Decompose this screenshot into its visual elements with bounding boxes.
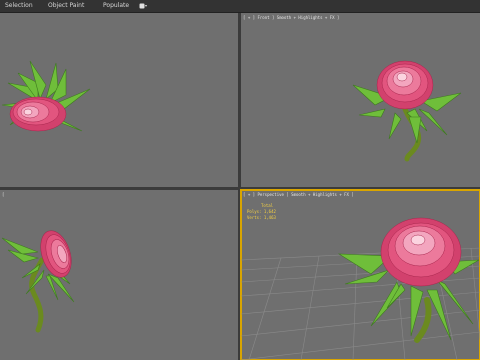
tab-object-paint[interactable]: Object Paint [48, 0, 84, 12]
stats-overlay: Total Polys: 1,642 Verts: 1,463 [247, 203, 276, 221]
viewport-top-right[interactable]: [ + ] Front ] Smooth + Highlights + FX ] [241, 13, 480, 187]
viewport-bottom-right[interactable]: [ + ] Perspective ] Smooth + Highlights … [240, 189, 480, 360]
viewport-bottom-left[interactable]: [ [0, 190, 238, 360]
ribbon-toolbar: Selection Object Paint Populate [0, 0, 480, 13]
tab-populate[interactable]: Populate [103, 0, 129, 12]
tab-selection[interactable]: Selection [5, 0, 33, 12]
perspective-grid [241, 217, 480, 360]
flower-model-front [352, 60, 462, 162]
viewport-label[interactable]: [ + ] Perspective ] Smooth + Highlights … [243, 192, 354, 197]
flower-model-top [1, 60, 91, 132]
stats-verts: Verts: 1,463 [247, 215, 276, 220]
camera-dropdown-icon[interactable] [139, 3, 147, 9]
flower-model-left [1, 230, 75, 333]
viewport-top-left[interactable] [0, 13, 238, 187]
